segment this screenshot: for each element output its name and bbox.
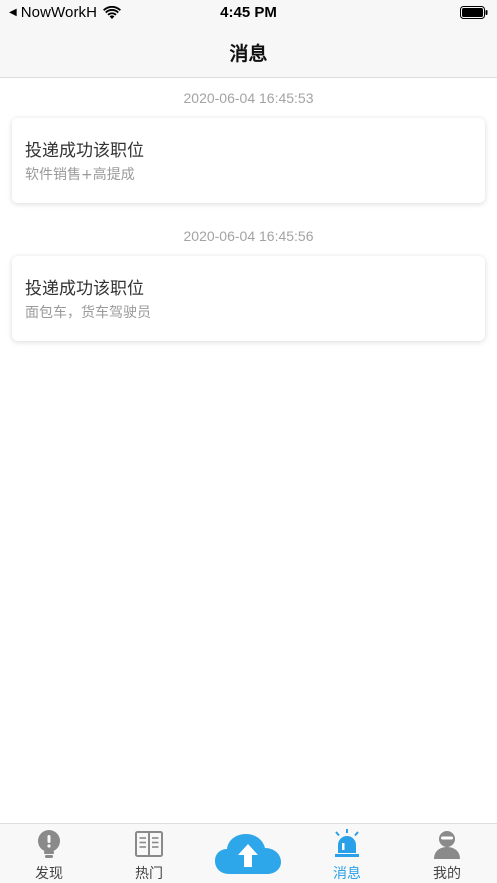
message-timestamp: 2020-06-04 16:45:56 [183, 228, 314, 244]
tab-label-discover: 发现 [35, 866, 63, 882]
tab-bar: 发现 热门 消息 我的 [0, 823, 497, 883]
message-card[interactable]: 投递成功该职位 软件销售+高提成 [12, 118, 485, 203]
message-subtitle: 软件销售+高提成 [25, 167, 135, 183]
tab-hot[interactable]: 热门 [104, 824, 194, 883]
status-time: 4:45 PM [220, 4, 277, 21]
tab-discover[interactable]: 发现 [4, 824, 94, 883]
book-icon [135, 831, 163, 857]
lightbulb-icon [38, 830, 60, 858]
message-timestamp: 2020-06-04 16:45:53 [183, 90, 314, 106]
cloud-upload-icon[interactable] [214, 832, 282, 876]
page-title: 消息 [229, 43, 268, 65]
message-title: 投递成功该职位 [25, 279, 144, 299]
message-card[interactable]: 投递成功该职位 面包车，货车驾驶员 [12, 256, 485, 341]
battery-icon [460, 6, 488, 19]
messages-screen: ◀ NowWorkH 4:45 PM 消息 2020-06-04 16:45:5… [0, 0, 497, 883]
person-icon [434, 831, 460, 859]
navigation-bar: 消息 [0, 26, 497, 78]
tab-messages[interactable]: 消息 [302, 824, 392, 883]
siren-icon [335, 829, 359, 857]
status-bar: ◀ NowWorkH 4:45 PM [0, 0, 497, 26]
message-subtitle: 面包车，货车驾驶员 [25, 305, 151, 321]
tab-profile[interactable]: 我的 [402, 824, 492, 883]
tab-label-profile: 我的 [433, 866, 461, 882]
tab-label-messages: 消息 [333, 866, 361, 882]
message-title: 投递成功该职位 [25, 141, 144, 161]
tab-label-hot: 热门 [135, 866, 163, 882]
